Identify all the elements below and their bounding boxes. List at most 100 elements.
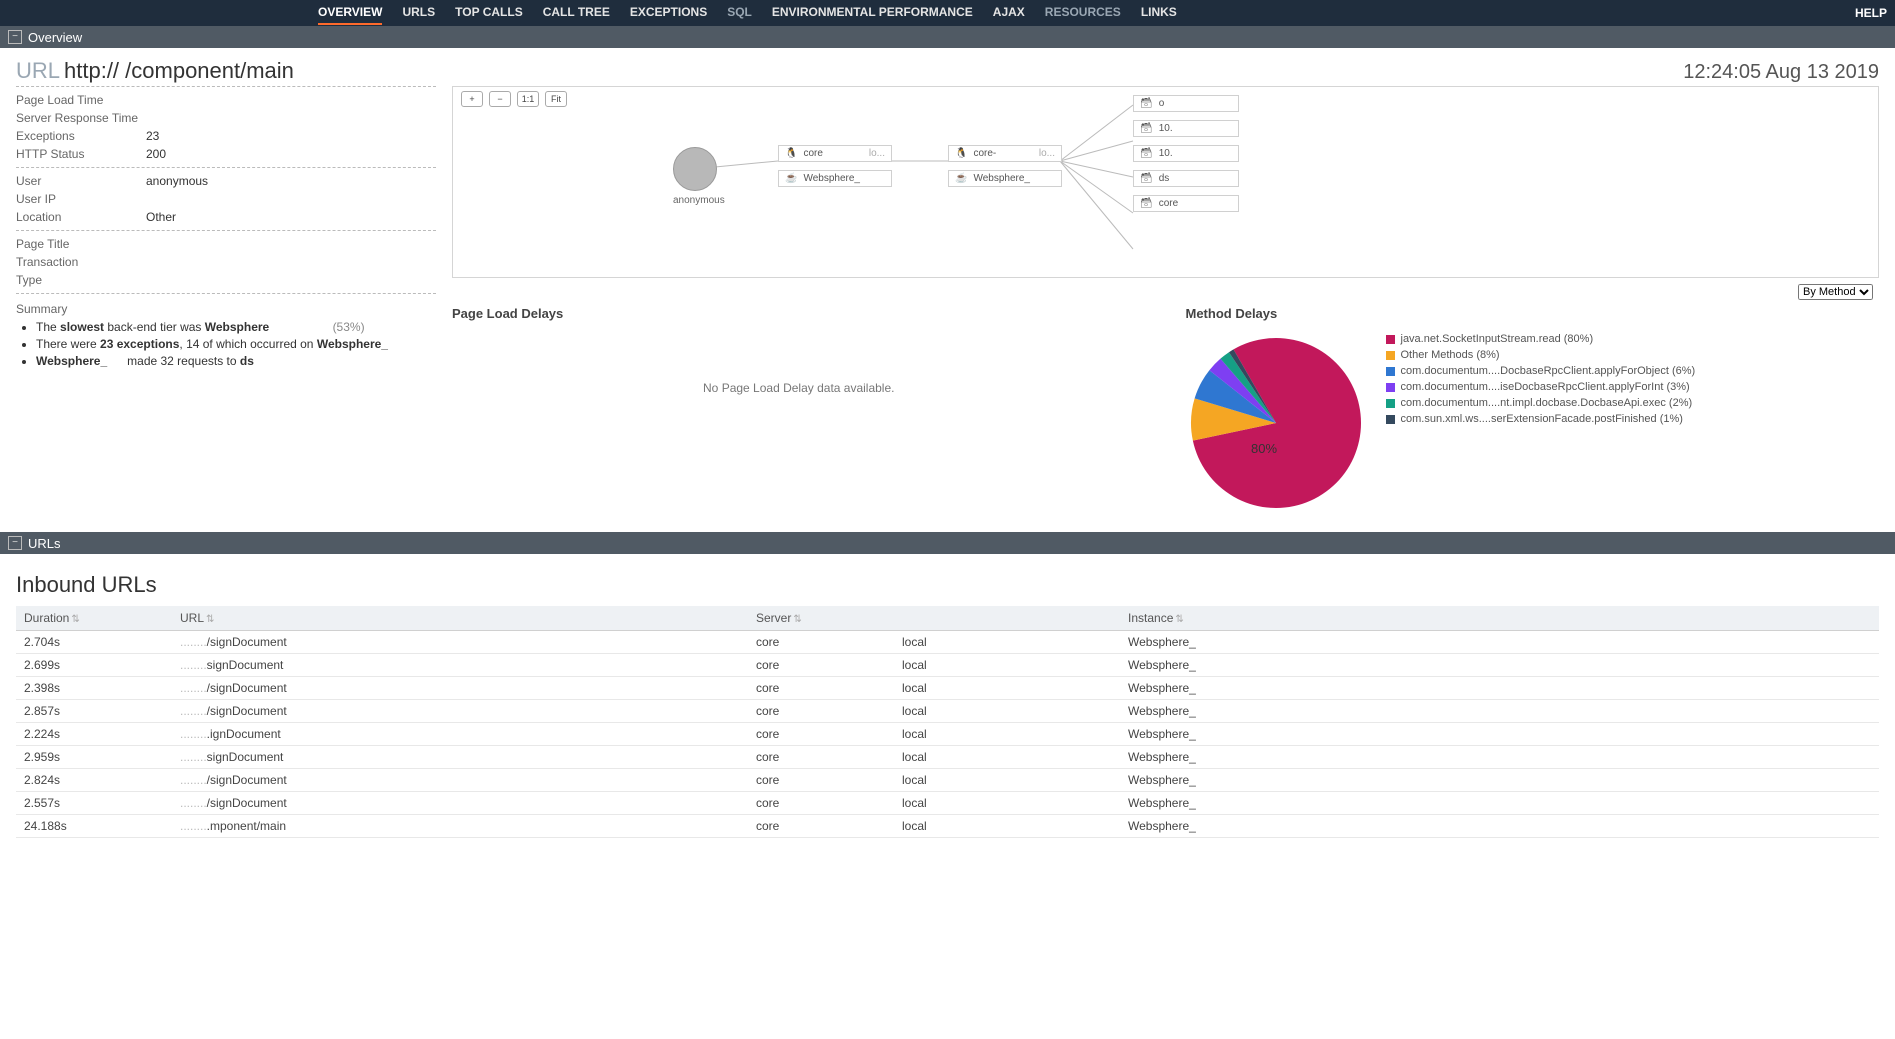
db-icon xyxy=(1140,148,1153,159)
cell-extra: local xyxy=(894,654,1120,677)
detail-row: Type xyxy=(16,271,436,289)
collapse-icon[interactable]: − xyxy=(8,30,22,44)
column-header[interactable]: Duration⇅ xyxy=(16,606,172,631)
topology-node-label: o xyxy=(1159,98,1165,109)
legend-item[interactable]: Other Methods (8%) xyxy=(1386,349,1696,361)
cell-extra: local xyxy=(894,746,1120,769)
pie-center-label: 80% xyxy=(1251,441,1277,456)
cell-instance: Websphere_ xyxy=(1120,654,1879,677)
table-row[interactable]: 2.398s......../signDocumentcorelocalWebs… xyxy=(16,677,1879,700)
column-header[interactable] xyxy=(894,606,1120,631)
help-link[interactable]: HELP xyxy=(1855,6,1887,20)
summary-list: The slowest back-end tier was Websphere … xyxy=(16,320,436,368)
legend-item[interactable]: com.documentum....iseDocbaseRpcClient.ap… xyxy=(1386,381,1696,393)
nav-tab-call-tree[interactable]: CALL TREE xyxy=(543,1,610,25)
method-delays-title: Method Delays xyxy=(1186,306,1880,321)
cell-extra: local xyxy=(894,769,1120,792)
cell-url: ......../signDocument xyxy=(172,792,748,815)
nav-tab-top-calls[interactable]: TOP CALLS xyxy=(455,1,523,25)
table-row[interactable]: 2.824s......../signDocumentcorelocalWebs… xyxy=(16,769,1879,792)
legend-swatch xyxy=(1386,335,1395,344)
topology-node-label: Websphere_ xyxy=(803,173,860,184)
table-row[interactable]: 2.224s.........ignDocumentcorelocalWebsp… xyxy=(16,723,1879,746)
cell-extra: local xyxy=(894,631,1120,654)
java-icon xyxy=(955,173,967,184)
cell-url: ......../signDocument xyxy=(172,769,748,792)
page-load-delays-empty: No Page Load Delay data available. xyxy=(452,381,1146,395)
group-by-select[interactable]: By Method xyxy=(1798,284,1873,300)
collapse-icon[interactable]: − xyxy=(8,536,22,550)
detail-row: Server Response Time xyxy=(16,109,436,127)
cell-instance: Websphere_ xyxy=(1120,700,1879,723)
detail-row: Exceptions23 xyxy=(16,127,436,145)
topology-node[interactable]: core xyxy=(1133,195,1239,212)
topology-node[interactable]: ds xyxy=(1133,170,1239,187)
detail-value: 23 xyxy=(146,127,159,145)
cell-server: core xyxy=(748,769,894,792)
topology-node-label: core xyxy=(803,148,822,159)
cell-extra: local xyxy=(894,677,1120,700)
topology-node[interactable]: Websphere_ xyxy=(948,170,1062,187)
table-row[interactable]: 2.699s........signDocumentcorelocalWebsp… xyxy=(16,654,1879,677)
section-bar-urls: − URLs xyxy=(0,532,1895,554)
detail-key: User xyxy=(16,172,146,190)
cell-duration: 2.704s xyxy=(16,631,172,654)
legend-label: com.sun.xml.ws....serExtensionFacade.pos… xyxy=(1401,413,1683,425)
method-delays-pie[interactable]: 80% xyxy=(1186,333,1366,513)
topology-node[interactable]: Websphere_ xyxy=(778,170,892,187)
section-title: Overview xyxy=(28,30,82,45)
cell-url: ......../signDocument xyxy=(172,631,748,654)
table-row[interactable]: 24.188s.........mponent/maincorelocalWeb… xyxy=(16,815,1879,838)
legend-item[interactable]: com.documentum....DocbaseRpcClient.apply… xyxy=(1386,365,1696,377)
db-icon xyxy=(1140,198,1153,209)
legend-swatch xyxy=(1386,415,1395,424)
nav-tab-links[interactable]: LINKS xyxy=(1141,1,1177,25)
summary-item: Websphere_ made 32 requests to ds xyxy=(36,354,436,368)
topology-node[interactable]: core-lo... xyxy=(948,145,1062,162)
topology-node[interactable]: o xyxy=(1133,95,1239,112)
nav-tab-resources[interactable]: RESOURCES xyxy=(1045,1,1121,25)
nav-tab-environmental-performance[interactable]: ENVIRONMENTAL PERFORMANCE xyxy=(772,1,973,25)
nav-tab-ajax[interactable]: AJAX xyxy=(993,1,1025,25)
page-header: URL http:// /component/main 12:24:05 Aug… xyxy=(16,58,1879,84)
nav-tab-urls[interactable]: URLS xyxy=(402,1,435,25)
detail-value: anonymous xyxy=(146,172,208,190)
legend-swatch xyxy=(1386,367,1395,376)
legend-item[interactable]: com.sun.xml.ws....serExtensionFacade.pos… xyxy=(1386,413,1696,425)
nav-tab-overview[interactable]: OVERVIEW xyxy=(318,1,382,25)
table-row[interactable]: 2.557s......../signDocumentcorelocalWebs… xyxy=(16,792,1879,815)
column-header[interactable]: Server⇅ xyxy=(748,606,894,631)
db-icon xyxy=(1140,98,1153,109)
table-row[interactable]: 2.857s......../signDocumentcorelocalWebs… xyxy=(16,700,1879,723)
legend-label: com.documentum....nt.impl.docbase.Docbas… xyxy=(1401,397,1693,409)
column-header[interactable]: URL⇅ xyxy=(172,606,748,631)
detail-key: Type xyxy=(16,271,146,289)
legend-label: Other Methods (8%) xyxy=(1401,349,1500,361)
cell-instance: Websphere_ xyxy=(1120,723,1879,746)
legend-label: com.documentum....iseDocbaseRpcClient.ap… xyxy=(1401,381,1690,393)
top-nav: OVERVIEW URLS TOP CALLS CALL TREE EXCEPTIONS… xyxy=(0,0,1895,26)
table-row[interactable]: 2.959s........signDocumentcorelocalWebsp… xyxy=(16,746,1879,769)
cell-url: ......../signDocument xyxy=(172,700,748,723)
topology-user-node[interactable]: anonymous xyxy=(673,147,725,206)
topology-node[interactable]: 10. xyxy=(1133,120,1239,137)
legend-item[interactable]: java.net.SocketInputStream.read (80%) xyxy=(1386,333,1696,345)
detail-key: HTTP Status xyxy=(16,145,146,163)
legend-item[interactable]: com.documentum....nt.impl.docbase.Docbas… xyxy=(1386,397,1696,409)
cell-url: ........signDocument xyxy=(172,654,748,677)
top-nav-tabs: OVERVIEW URLS TOP CALLS CALL TREE EXCEPTIONS… xyxy=(318,1,1177,25)
cell-url: ........signDocument xyxy=(172,746,748,769)
column-header[interactable]: Instance⇅ xyxy=(1120,606,1879,631)
topology-node-label: 10. xyxy=(1159,148,1173,159)
inbound-urls-table: Duration⇅URL⇅Server⇅ Instance⇅ 2.704s....… xyxy=(16,606,1879,838)
nav-tab-sql[interactable]: SQL xyxy=(727,1,752,25)
detail-key: Location xyxy=(16,208,146,226)
table-row[interactable]: 2.704s......../signDocumentcorelocalWebs… xyxy=(16,631,1879,654)
cell-server: core xyxy=(748,631,894,654)
nav-tab-exceptions[interactable]: EXCEPTIONS xyxy=(630,1,707,25)
cell-duration: 2.824s xyxy=(16,769,172,792)
topology-node[interactable]: corelo... xyxy=(778,145,892,162)
topology-diagram[interactable]: + − 1:1 Fit anonymous xyxy=(452,86,1879,278)
cell-server: core xyxy=(748,700,894,723)
topology-node[interactable]: 10. xyxy=(1133,145,1239,162)
